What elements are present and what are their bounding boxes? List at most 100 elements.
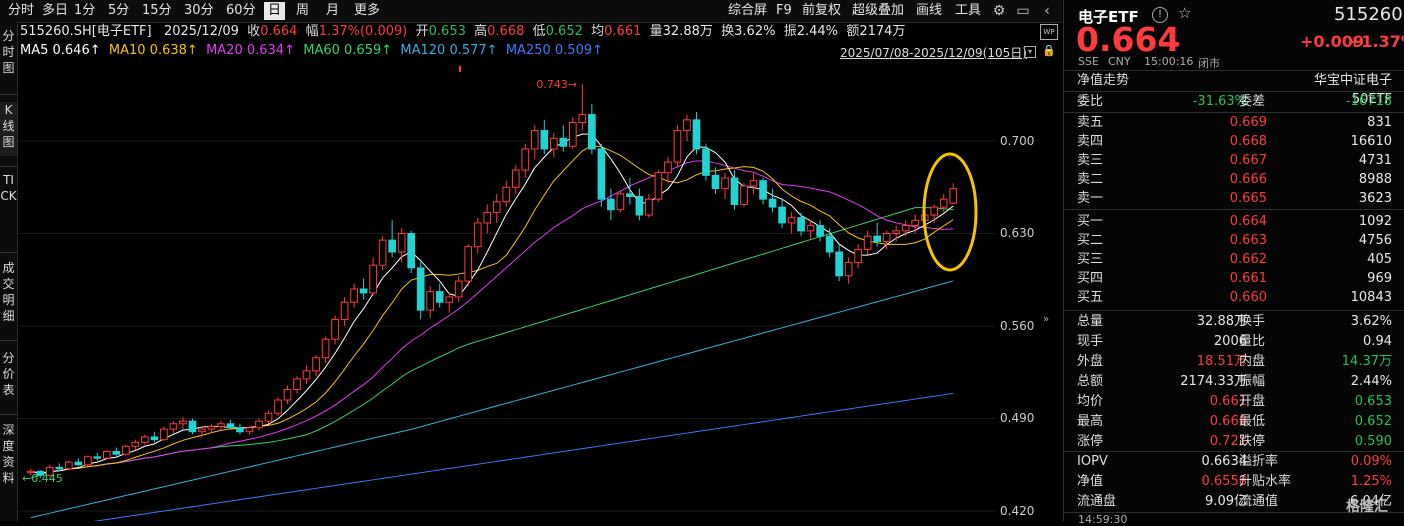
candle-body xyxy=(245,427,254,433)
period-10[interactable]: 更多 xyxy=(350,2,384,20)
nav-trend-link[interactable]: 净值走势 xyxy=(1077,71,1129,90)
toolbar-f9[interactable]: F9 xyxy=(772,2,796,20)
ma120-label: MA120 0.577↑ xyxy=(400,43,498,58)
watermark-logo: 格隆汇 xyxy=(1346,496,1388,516)
candle-body xyxy=(473,222,482,248)
stat-value: 0.721 xyxy=(1209,434,1247,449)
period-6[interactable]: 60分 xyxy=(222,2,260,20)
tab-depth[interactable]: 深度资料 xyxy=(0,422,17,494)
candle-body xyxy=(255,420,263,429)
tab-tick[interactable]: TICK xyxy=(0,172,17,244)
ask-row: 卖二 0.666 8988 xyxy=(1077,170,1399,189)
ask-row: 卖四 0.668 16610 xyxy=(1077,132,1399,151)
stat-value: 0.6634 xyxy=(1201,454,1248,469)
collapse-icon[interactable]: ‹ xyxy=(1038,2,1056,20)
candle-body xyxy=(730,177,739,205)
lock-icon[interactable]: 🔒 xyxy=(1042,44,1056,57)
kline-chart[interactable]: 0.743→ ←0.445 xyxy=(18,60,995,521)
candle-body xyxy=(607,198,615,211)
stat-label: 最高 xyxy=(1077,414,1104,429)
period-3[interactable]: 5分 xyxy=(104,2,133,20)
book-label: 卖一 xyxy=(1077,191,1104,206)
tab-timeshare[interactable]: 分时图 xyxy=(0,28,17,82)
candle-body xyxy=(426,291,435,311)
candle-body xyxy=(340,301,349,320)
book-volume: 3623 xyxy=(1358,191,1392,206)
book-volume: 1092 xyxy=(1358,214,1392,229)
ma60-label: MA60 0.659↑ xyxy=(303,43,393,58)
stat-row: 外盘 18.51万 内盘 14.37万 xyxy=(1077,352,1399,371)
ma-legend: MA5 0.646↑ MA10 0.638↑ MA20 0.634↑ MA60 … xyxy=(20,42,603,60)
book-label: 买五 xyxy=(1077,290,1104,305)
stat-row: 最高 0.668 最低 0.652 xyxy=(1077,412,1399,431)
book-volume: 831 xyxy=(1367,115,1392,130)
toolbar-adjust[interactable]: 前复权 xyxy=(798,2,845,20)
candle-body xyxy=(569,122,577,147)
tab-kline[interactable]: K线图 xyxy=(0,102,17,156)
candle-body xyxy=(207,425,216,430)
stat-value: 32.88万 xyxy=(1196,314,1247,329)
period-8[interactable]: 周 xyxy=(292,2,313,20)
ma5-line xyxy=(30,133,954,474)
candle-body xyxy=(578,114,587,124)
candle-body xyxy=(530,129,539,150)
price-change-pct: +1.37% xyxy=(1348,32,1404,51)
dropdown-icon[interactable]: ▾ xyxy=(1024,46,1036,58)
period-toolbar: 分时 多日 1分 5分 15分 30分 60分日周月更多 综合屏 F9 前复权 超级叠加 画… xyxy=(0,0,1062,23)
tab-trade-detail[interactable]: 成交明细 xyxy=(0,260,17,332)
candle-body xyxy=(141,436,149,443)
book-price: 0.669 xyxy=(1229,115,1267,130)
period-0[interactable]: 分时 xyxy=(4,2,38,20)
book-label: 买一 xyxy=(1077,214,1104,229)
bar-date: 2025/12/09 xyxy=(163,24,239,39)
axis-collapse-icon[interactable]: » xyxy=(1043,314,1049,325)
book-volume: 10843 xyxy=(1350,290,1392,305)
period-7[interactable]: 日 xyxy=(264,2,286,20)
candle-body xyxy=(882,233,891,242)
stat-value: 3.62% xyxy=(1350,314,1392,329)
gear-icon[interactable]: ⚙ xyxy=(990,2,1008,20)
candle-body xyxy=(911,219,920,227)
candle-body xyxy=(901,225,910,232)
candle-body xyxy=(454,280,463,298)
period-4[interactable]: 15分 xyxy=(138,2,176,20)
avg-value: 0.661 xyxy=(604,24,642,39)
period-5[interactable]: 30分 xyxy=(180,2,218,20)
restore-icon[interactable]: ▭ xyxy=(1014,2,1032,20)
book-label: 买三 xyxy=(1077,252,1104,267)
book-volume: 4731 xyxy=(1358,153,1392,168)
tick-label: 0.560 xyxy=(1000,319,1035,333)
period-1[interactable]: 多日 xyxy=(38,2,72,20)
period-2[interactable]: 1分 xyxy=(70,2,99,20)
ma120-line xyxy=(30,280,954,519)
quote-info-row: 515260.SH[电子ETF] 2025/12/09 收0.664 幅1.37… xyxy=(20,24,906,39)
candle-body xyxy=(83,456,92,466)
stat-label: IOPV xyxy=(1077,454,1108,469)
candle-body xyxy=(702,148,710,176)
stat-label: 外盘 xyxy=(1077,354,1104,369)
candle-body xyxy=(483,211,492,224)
candle-body xyxy=(169,423,178,430)
candle-body xyxy=(588,114,596,150)
stat-value: 14.37万 xyxy=(1341,354,1392,369)
candle-body xyxy=(131,441,140,447)
toolbar-zonghe[interactable]: 综合屏 xyxy=(724,2,771,20)
turnover-value: 3.62% xyxy=(734,24,776,39)
candle-body xyxy=(759,180,767,200)
toolbar-overlay[interactable]: 超级叠加 xyxy=(848,2,908,20)
stat-label: 流通盘 xyxy=(1077,494,1117,509)
period-9[interactable]: 月 xyxy=(322,2,343,20)
candle-body xyxy=(873,235,881,242)
stat-value: 0.94 xyxy=(1363,334,1392,349)
book-volume: 405 xyxy=(1367,252,1392,267)
toolbar-draw[interactable]: 画线 xyxy=(912,2,946,20)
tab-price-table[interactable]: 分价表 xyxy=(0,350,17,404)
candle-body xyxy=(416,267,425,311)
stat-row: 净值 0.6558 升贴水率 1.25% xyxy=(1077,472,1399,491)
candle-body xyxy=(188,420,197,433)
weicha-value: -16718 xyxy=(1345,94,1392,109)
candle-body xyxy=(825,235,834,253)
toolbar-tools[interactable]: 工具 xyxy=(951,2,985,20)
nav-row: 净值走势 华宝中证电子50ETF xyxy=(1077,71,1399,107)
wp-icon[interactable]: WP xyxy=(1040,24,1058,40)
